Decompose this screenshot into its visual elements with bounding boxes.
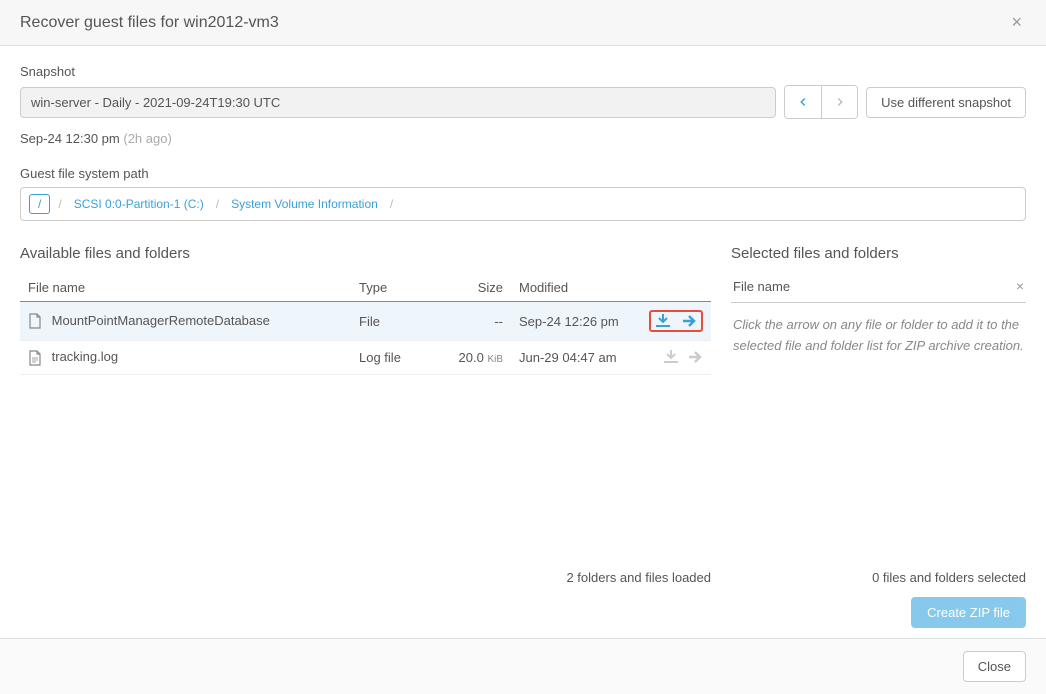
- close-icon[interactable]: ×: [1007, 12, 1026, 33]
- action-row: Create ZIP file: [20, 585, 1026, 628]
- selected-hint: Click the arrow on any file or folder to…: [731, 303, 1026, 369]
- snapshot-time: Sep-24 12:30 pm: [20, 131, 120, 146]
- available-status: 2 folders and files loaded: [20, 570, 731, 585]
- table-row[interactable]: tracking.log Log file 20.0 KiB Jun-29 04…: [20, 341, 711, 375]
- snapshot-input[interactable]: [20, 87, 776, 118]
- snapshot-label: Snapshot: [20, 64, 1026, 79]
- selected-panel: Selected files and folders File name × C…: [731, 245, 1026, 558]
- prev-snapshot-button[interactable]: [785, 86, 821, 118]
- next-snapshot-button[interactable]: [821, 86, 857, 118]
- available-table: File name Type Size Modified: [20, 274, 711, 375]
- dialog-title: Recover guest files for win2012-vm3: [20, 14, 279, 32]
- file-size: 20.0: [459, 350, 484, 365]
- download-icon[interactable]: [655, 314, 671, 328]
- available-panel: Available files and folders File name Ty…: [20, 245, 711, 558]
- breadcrumb-partition[interactable]: SCSI 0:0-Partition-1 (C:): [70, 195, 208, 213]
- snapshot-row: Use different snapshot: [20, 85, 1026, 119]
- available-title: Available files and folders: [20, 245, 711, 262]
- selected-header: File name ×: [731, 274, 1026, 303]
- size-unit: KiB: [487, 354, 503, 365]
- dialog-body: Snapshot Use different snapshot Sep-24 1…: [0, 46, 1046, 638]
- breadcrumb-separator: /: [388, 197, 395, 211]
- breadcrumb-separator: /: [214, 197, 221, 211]
- download-icon[interactable]: [663, 350, 679, 364]
- path-label: Guest file system path: [20, 166, 1026, 181]
- breadcrumb-root[interactable]: /: [29, 194, 50, 214]
- file-modified: Jun-29 04:47 am: [511, 341, 641, 375]
- col-size: Size: [441, 274, 511, 302]
- file-type: File: [351, 302, 441, 341]
- selected-status: 0 files and folders selected: [731, 570, 1026, 585]
- dialog-header: Recover guest files for win2012-vm3 ×: [0, 0, 1046, 46]
- select-arrow-icon[interactable]: [687, 350, 703, 364]
- clear-selection-icon[interactable]: ×: [1016, 278, 1024, 294]
- create-zip-button[interactable]: Create ZIP file: [911, 597, 1026, 628]
- file-name: tracking.log: [52, 349, 118, 364]
- file-type: Log file: [351, 341, 441, 375]
- arrow-left-icon: [796, 95, 810, 109]
- file-name: MountPointManagerRemoteDatabase: [52, 313, 270, 328]
- close-button[interactable]: Close: [963, 651, 1026, 682]
- file-icon: [28, 313, 42, 329]
- col-filename: File name: [20, 274, 351, 302]
- table-row[interactable]: MountPointManagerRemoteDatabase File -- …: [20, 302, 711, 341]
- columns: Available files and folders File name Ty…: [20, 245, 1026, 558]
- file-modified: Sep-24 12:26 pm: [511, 302, 641, 341]
- col-actions: [641, 274, 711, 302]
- snapshot-timestamp: Sep-24 12:30 pm (2h ago): [20, 131, 1026, 146]
- file-size: --: [441, 302, 511, 341]
- breadcrumb-folder[interactable]: System Volume Information: [227, 195, 382, 213]
- breadcrumb: / / SCSI 0:0-Partition-1 (C:) / System V…: [20, 187, 1026, 221]
- status-row: 2 folders and files loaded 0 files and f…: [20, 558, 1026, 585]
- use-different-snapshot-button[interactable]: Use different snapshot: [866, 87, 1026, 118]
- arrow-right-icon: [833, 95, 847, 109]
- col-modified: Modified: [511, 274, 641, 302]
- file-icon: [28, 350, 42, 366]
- selected-title: Selected files and folders: [731, 245, 1026, 262]
- col-type: Type: [351, 274, 441, 302]
- breadcrumb-separator: /: [56, 197, 63, 211]
- selected-col-filename: File name: [733, 279, 790, 294]
- action-highlight: [649, 310, 703, 332]
- select-arrow-icon[interactable]: [681, 314, 697, 328]
- recover-files-dialog: Recover guest files for win2012-vm3 × Sn…: [0, 0, 1046, 694]
- dialog-footer: Close: [0, 638, 1046, 694]
- snapshot-nav: [784, 85, 858, 119]
- snapshot-ago: (2h ago): [123, 131, 171, 146]
